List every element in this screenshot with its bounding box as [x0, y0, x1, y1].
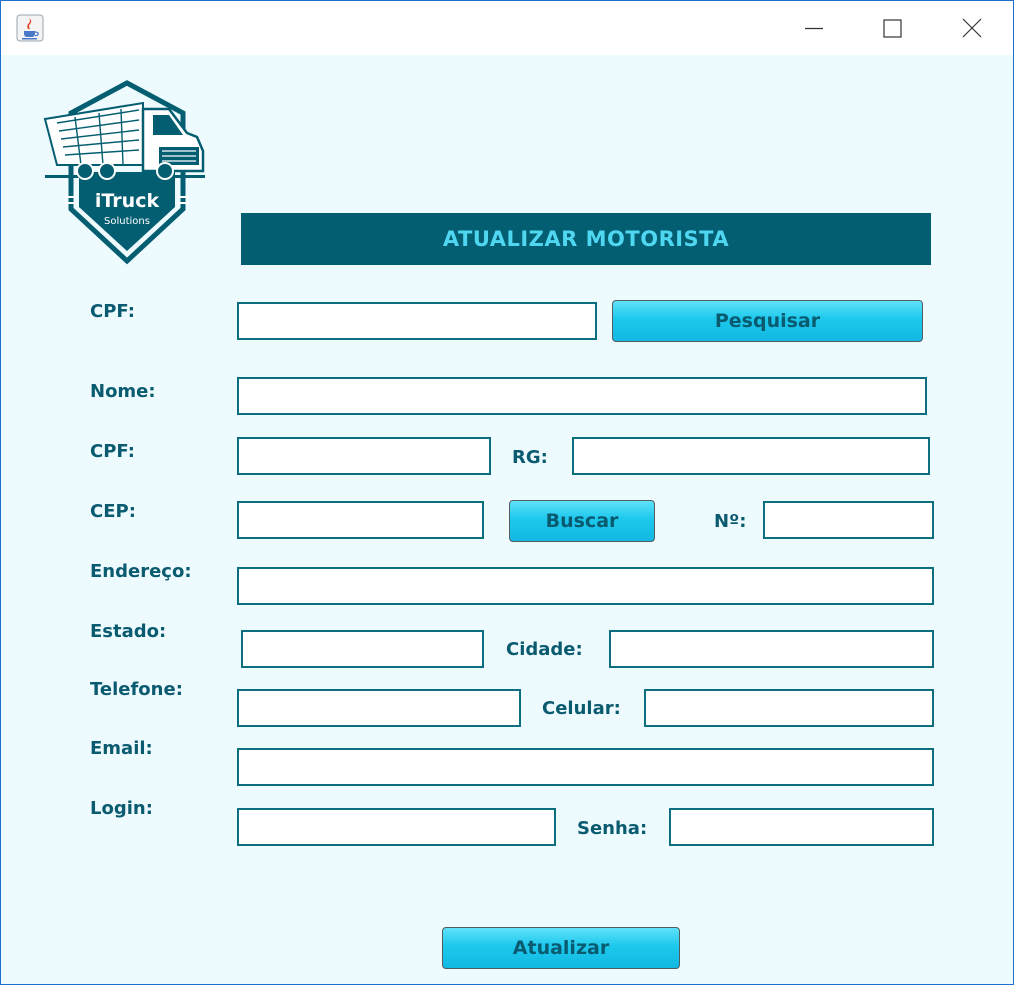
title-bar	[1, 1, 1013, 55]
senha-input[interactable]	[669, 808, 934, 846]
login-input[interactable]	[237, 808, 556, 846]
email-input[interactable]	[237, 748, 934, 786]
celular-input[interactable]	[644, 689, 934, 727]
cpf-input[interactable]	[237, 437, 491, 475]
cidade-input[interactable]	[609, 630, 934, 668]
minimize-icon[interactable]	[794, 9, 834, 47]
java-coffee-icon[interactable]	[16, 14, 44, 42]
cpf-label: CPF:	[90, 441, 135, 462]
atualizar-button[interactable]: Atualizar	[442, 927, 680, 969]
rg-label: RG:	[512, 447, 548, 468]
maximize-icon[interactable]	[872, 9, 912, 47]
numero-label: Nº:	[714, 511, 747, 532]
search-cpf-input[interactable]	[237, 302, 597, 340]
logo-tagline-text: Solutions	[104, 216, 150, 227]
page-title: ATUALIZAR MOTORISTA	[241, 213, 931, 265]
cep-input[interactable]	[237, 501, 484, 539]
celular-label: Celular:	[542, 698, 621, 719]
nome-label: Nome:	[90, 381, 156, 402]
login-label: Login:	[90, 798, 153, 819]
cidade-label: Cidade:	[506, 639, 583, 660]
email-label: Email:	[90, 738, 153, 759]
rg-input[interactable]	[572, 437, 930, 475]
telefone-input[interactable]	[237, 689, 521, 727]
logo-brand-text: iTruck	[95, 190, 160, 212]
buscar-button[interactable]: Buscar	[509, 500, 655, 542]
estado-label: Estado:	[90, 621, 167, 642]
numero-input[interactable]	[763, 501, 934, 539]
cep-label: CEP:	[90, 501, 136, 522]
endereco-label: Endereço:	[90, 561, 192, 582]
estado-input[interactable]	[241, 630, 484, 668]
endereco-input[interactable]	[237, 567, 934, 605]
telefone-label: Telefone:	[90, 679, 183, 700]
app-window: iTruck Solutions ATUALIZAR MOTORISTA CPF…	[0, 0, 1014, 985]
nome-input[interactable]	[237, 377, 927, 415]
senha-label: Senha:	[577, 818, 648, 839]
itruck-logo: iTruck Solutions	[41, 79, 213, 269]
search-button[interactable]: Pesquisar	[612, 300, 923, 342]
close-icon[interactable]	[952, 9, 992, 47]
search-cpf-label: CPF:	[90, 301, 135, 322]
